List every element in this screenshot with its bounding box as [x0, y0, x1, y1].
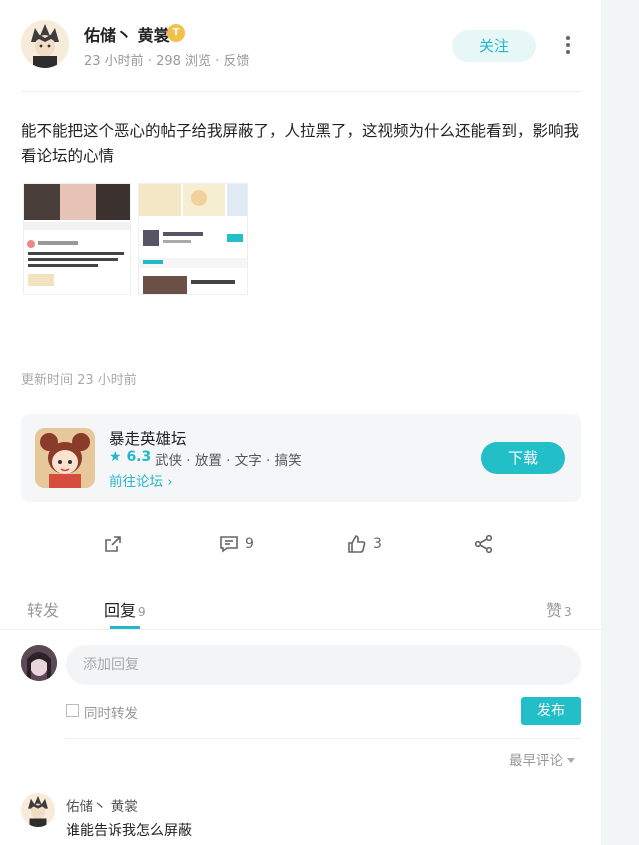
tab-replies[interactable]: 回复 9	[104, 597, 146, 621]
caret-down-icon	[567, 758, 575, 763]
follow-button[interactable]: 关注	[452, 30, 536, 62]
more-options-icon[interactable]	[560, 36, 576, 56]
goto-forum-link[interactable]: 前往论坛 ›	[109, 470, 173, 490]
author-name[interactable]: 佑储丶 黄裳	[84, 22, 170, 46]
divider	[0, 629, 601, 630]
comment-text: 谁能告诉我怎么屏蔽	[66, 823, 192, 839]
update-time: 更新时间 23 小时前	[21, 373, 137, 388]
like-button[interactable]: 3	[347, 532, 382, 556]
level-badge-icon: T	[167, 24, 185, 42]
post-time: 23 小时前	[84, 54, 144, 69]
sort-dropdown[interactable]: 最早评论	[509, 749, 575, 769]
post-meta: 23 小时前 · 298 浏览 · 反馈	[84, 54, 250, 69]
comment-author-name[interactable]: 佑储丶 黄裳	[66, 795, 138, 815]
post-views: 298 浏览	[156, 54, 212, 69]
post-image-1[interactable]	[23, 183, 131, 295]
repost-checkbox[interactable]	[66, 704, 79, 717]
author-avatar[interactable]	[21, 20, 69, 68]
app-tags: 武侠 · 放置 · 文字 · 搞笑	[155, 453, 302, 469]
comment-icon	[220, 536, 238, 553]
comment-button[interactable]: 9	[219, 532, 254, 556]
publish-button[interactable]: 发布	[521, 697, 581, 725]
post-body: 能不能把这个恶心的帖子给我屏蔽了，人拉黑了，这视频为什么还能看到，影响我看论坛的…	[21, 122, 580, 165]
feedback-link[interactable]: 反馈	[223, 54, 249, 69]
post-page: 佑储丶 黄裳 T 23 小时前 · 298 浏览 · 反馈 关注 能不能把这个恶…	[0, 0, 601, 845]
reply-input[interactable]	[66, 645, 581, 685]
external-link-icon	[105, 536, 121, 552]
like-count: 3	[373, 536, 382, 552]
share-icon	[474, 534, 493, 554]
repost-label[interactable]: 同时转发	[84, 702, 138, 722]
comment-count: 9	[245, 536, 254, 552]
divider	[21, 91, 581, 92]
tab-repost[interactable]: 转发	[27, 597, 59, 621]
share-external-button[interactable]	[103, 532, 123, 556]
share-button[interactable]	[474, 532, 494, 556]
post-image-2[interactable]	[138, 183, 248, 295]
my-avatar	[21, 645, 57, 681]
divider	[66, 738, 581, 739]
download-button[interactable]: 下载	[481, 442, 565, 474]
thumbs-up-icon	[348, 535, 366, 553]
star-icon: ★	[109, 449, 122, 465]
app-icon[interactable]	[35, 428, 95, 488]
app-rating: ★ 6.3	[109, 449, 152, 465]
chevron-right-icon: ›	[167, 474, 173, 490]
right-sidebar	[601, 0, 639, 845]
tab-likes[interactable]: 赞3	[546, 597, 572, 621]
app-name[interactable]: 暴走英雄坛	[109, 427, 187, 449]
app-card[interactable]: 暴走英雄坛 ★ 6.3 武侠 · 放置 · 文字 · 搞笑 前往论坛 › 下载	[21, 414, 581, 502]
comment-author-avatar[interactable]	[21, 793, 55, 827]
